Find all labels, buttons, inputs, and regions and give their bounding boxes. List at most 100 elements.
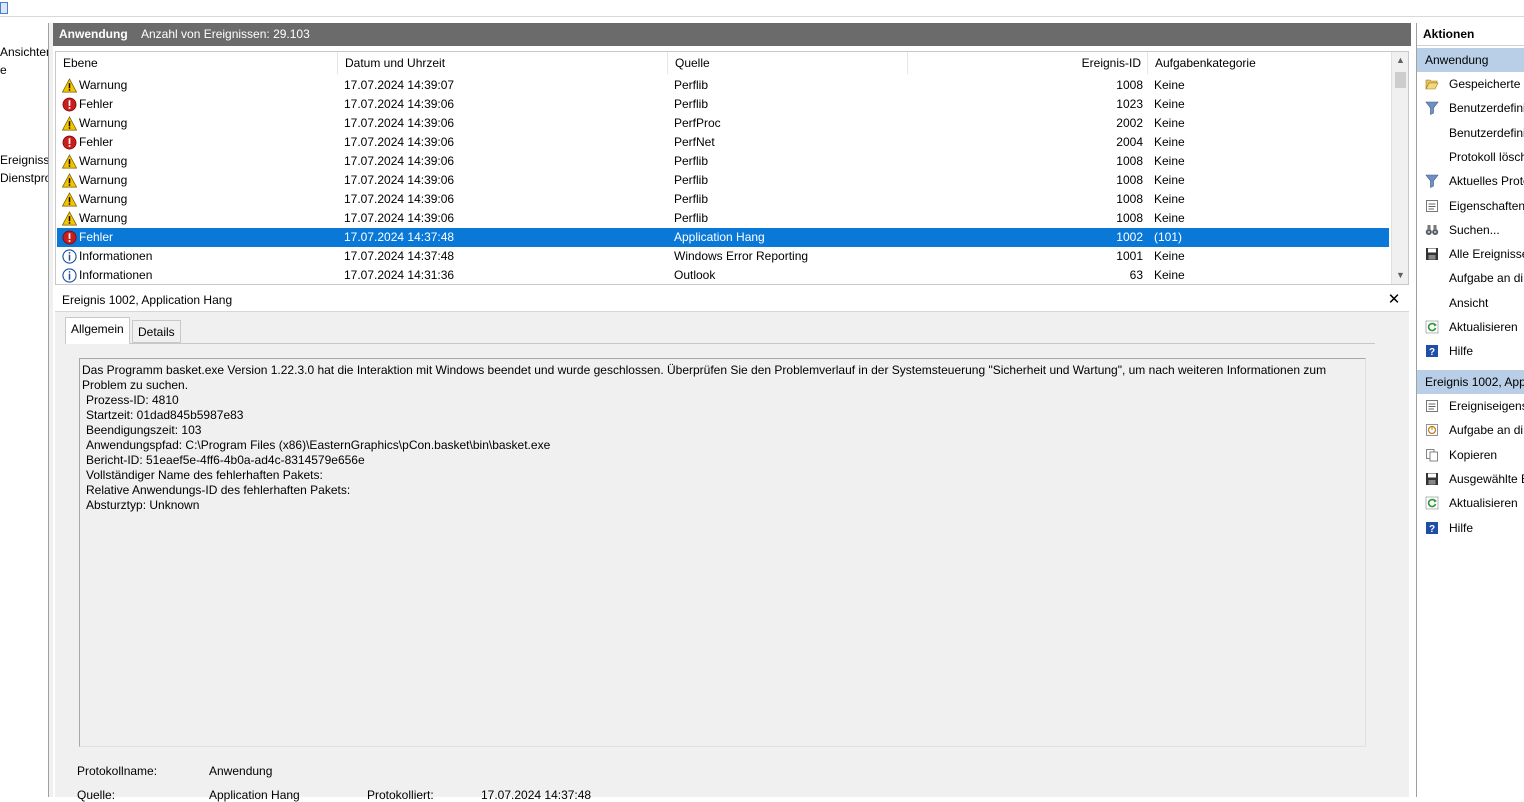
blank-icon bbox=[1425, 150, 1439, 164]
action-item[interactable]: Ansicht bbox=[1417, 291, 1524, 315]
level-cell: Fehler bbox=[79, 135, 114, 149]
source-cell: PerfNet bbox=[674, 135, 715, 149]
event-id-cell: 1008 bbox=[1116, 192, 1143, 206]
tree-item-e[interactable]: e bbox=[0, 63, 7, 77]
error-icon bbox=[62, 97, 77, 112]
action-item[interactable]: Eigenschaften bbox=[1417, 194, 1524, 218]
task-category-cell: (101) bbox=[1154, 230, 1183, 244]
left-tree-pane: Ansichten e Ereignisse Dienstpro bbox=[0, 23, 49, 797]
task-category-cell: Keine bbox=[1154, 211, 1185, 225]
action-item[interactable]: Alle Ereignisse bbox=[1417, 242, 1524, 266]
event-row[interactable]: Warnung 17.07.2024 14:39:06 PerfProc 2002 Ke… bbox=[57, 114, 1389, 133]
description-line: Absturztyp: Unknown bbox=[86, 498, 200, 512]
event-id-cell: 1023 bbox=[1116, 97, 1143, 111]
task-category-cell: Keine bbox=[1154, 192, 1185, 206]
date-cell: 17.07.2024 14:39:06 bbox=[344, 192, 455, 206]
event-id-cell: 2002 bbox=[1116, 116, 1143, 130]
tree-item-services[interactable]: Dienstpro bbox=[0, 171, 48, 185]
action-item[interactable]: Kopieren bbox=[1417, 443, 1524, 467]
event-row[interactable]: Informationen 17.07.2024 14:37:48 Windows … bbox=[57, 247, 1389, 266]
log-name-label: Protokollname: bbox=[77, 764, 158, 778]
source-cell: Perflib bbox=[674, 154, 709, 168]
warning-icon bbox=[61, 116, 78, 131]
action-item[interactable]: ? Hilfe bbox=[1417, 516, 1524, 540]
column-header-level[interactable]: Ebene bbox=[56, 52, 338, 74]
refresh-icon bbox=[1425, 496, 1439, 510]
event-row[interactable]: Informationen 17.07.2024 14:31:36 Outlook 6… bbox=[57, 266, 1389, 284]
event-row[interactable]: Fehler 17.07.2024 14:39:06 PerfNet 2004 Kein… bbox=[57, 133, 1389, 152]
list-vertical-scrollbar[interactable]: ▲ ▼ bbox=[1391, 52, 1408, 284]
action-item[interactable]: Protokoll lösch bbox=[1417, 145, 1524, 169]
app-icon bbox=[0, 2, 8, 14]
event-row[interactable]: Warnung 17.07.2024 14:39:06 Perflib 1008 Kei… bbox=[57, 171, 1389, 190]
column-header-source[interactable]: Quelle bbox=[668, 52, 908, 74]
error-icon bbox=[62, 230, 77, 245]
tab-general[interactable]: Allgemein bbox=[65, 317, 130, 344]
event-row[interactable]: Warnung 17.07.2024 14:39:07 Perflib 1008 Kei… bbox=[57, 76, 1389, 95]
task-icon bbox=[1425, 423, 1439, 437]
tree-item-views[interactable]: Ansichten bbox=[0, 45, 48, 59]
event-row[interactable]: Warnung 17.07.2024 14:39:06 Perflib 1008 Kei… bbox=[57, 209, 1389, 228]
action-item[interactable]: Ereigniseigens bbox=[1417, 394, 1524, 418]
action-label: Benutzerdefini bbox=[1449, 125, 1524, 140]
action-label: Suchen... bbox=[1449, 222, 1500, 237]
close-icon[interactable]: ✕ bbox=[1385, 291, 1403, 309]
error-icon bbox=[62, 135, 77, 150]
description-line: Anwendungspfad: C:\Program Files (x86)\E… bbox=[86, 438, 551, 452]
action-label: Hilfe bbox=[1449, 520, 1474, 535]
tab-details[interactable]: Details bbox=[132, 320, 181, 343]
action-item[interactable]: Suchen... bbox=[1417, 218, 1524, 242]
save-icon bbox=[1425, 472, 1439, 486]
event-row[interactable]: Warnung 17.07.2024 14:39:06 Perflib 1008 Kei… bbox=[57, 190, 1389, 209]
event-description[interactable]: Das Programm basket.exe Version 1.22.3.0… bbox=[79, 358, 1366, 747]
task-category-cell: Keine bbox=[1154, 154, 1185, 168]
task-category-cell: Keine bbox=[1154, 135, 1185, 149]
list-header-bar: Anwendung Anzahl von Ereignissen: 29.103 bbox=[53, 23, 1411, 46]
action-label: Hilfe bbox=[1449, 344, 1474, 359]
task-category-cell: Keine bbox=[1154, 249, 1185, 263]
scroll-thumb[interactable] bbox=[1395, 72, 1406, 88]
tree-item-events[interactable]: Ereignisse bbox=[0, 153, 48, 167]
action-item[interactable]: Benutzerdefini bbox=[1417, 96, 1524, 120]
column-header-date[interactable]: Datum und Uhrzeit bbox=[338, 52, 668, 74]
action-item[interactable]: Gespeicherte P bbox=[1417, 72, 1524, 96]
scroll-down-icon[interactable]: ▼ bbox=[1392, 267, 1408, 284]
task-category-cell: Keine bbox=[1154, 268, 1185, 282]
action-item[interactable]: Aufgabe an di bbox=[1417, 418, 1524, 442]
event-list[interactable]: Ebene Datum und Uhrzeit Quelle Ereignis-… bbox=[55, 51, 1409, 285]
actions-section-application[interactable]: Anwendung bbox=[1417, 48, 1524, 72]
action-label: Kopieren bbox=[1449, 447, 1498, 462]
action-item[interactable]: Benutzerdefini bbox=[1417, 121, 1524, 145]
splitter-left[interactable] bbox=[49, 23, 53, 797]
source-value: Application Hang bbox=[209, 788, 300, 802]
column-header-task-category[interactable]: Aufgabenkategorie bbox=[1148, 52, 1391, 74]
level-cell: Warnung bbox=[79, 116, 128, 130]
detail-pane: Allgemein Details Das Programm basket.ex… bbox=[55, 312, 1409, 802]
event-row[interactable]: Warnung 17.07.2024 14:39:06 Perflib 1008 Kei… bbox=[57, 152, 1389, 171]
action-item[interactable]: ? Hilfe bbox=[1417, 339, 1524, 363]
description-text: Das Programm basket.exe Version 1.22.3.0… bbox=[82, 363, 1327, 392]
action-item[interactable]: Aktualisieren bbox=[1417, 491, 1524, 515]
blank-icon bbox=[1425, 126, 1439, 140]
source-cell: Windows Error Reporting bbox=[674, 249, 809, 263]
info-icon bbox=[62, 249, 77, 264]
top-strip bbox=[0, 0, 1524, 17]
description-line: Bericht-ID: 51eaef5e-4ff6-4b0a-ad4c-8314… bbox=[86, 453, 365, 467]
scroll-up-icon[interactable]: ▲ bbox=[1392, 52, 1408, 69]
log-title: Anwendung bbox=[59, 27, 128, 41]
properties-icon bbox=[1425, 399, 1439, 413]
actions-title: Aktionen bbox=[1417, 23, 1524, 46]
action-item[interactable]: Aktuelles Proto bbox=[1417, 169, 1524, 193]
column-header-event-id[interactable]: Ereignis-ID bbox=[908, 52, 1148, 74]
action-item[interactable]: Ausgewählte E bbox=[1417, 467, 1524, 491]
action-item[interactable]: Aktualisieren bbox=[1417, 315, 1524, 339]
blank-icon bbox=[1425, 271, 1439, 285]
action-item[interactable]: Aufgabe an di bbox=[1417, 266, 1524, 290]
level-cell: Warnung bbox=[79, 154, 128, 168]
event-id-cell: 1008 bbox=[1116, 78, 1143, 92]
event-row[interactable]: Fehler 17.07.2024 14:37:48 Application Han… bbox=[57, 228, 1389, 247]
refresh-icon bbox=[1425, 320, 1439, 334]
date-cell: 17.07.2024 14:39:06 bbox=[344, 211, 455, 225]
event-row[interactable]: Fehler 17.07.2024 14:39:06 Perflib 1023 Kein… bbox=[57, 95, 1389, 114]
actions-section-event[interactable]: Ereignis 1002, Appli bbox=[1417, 370, 1524, 394]
